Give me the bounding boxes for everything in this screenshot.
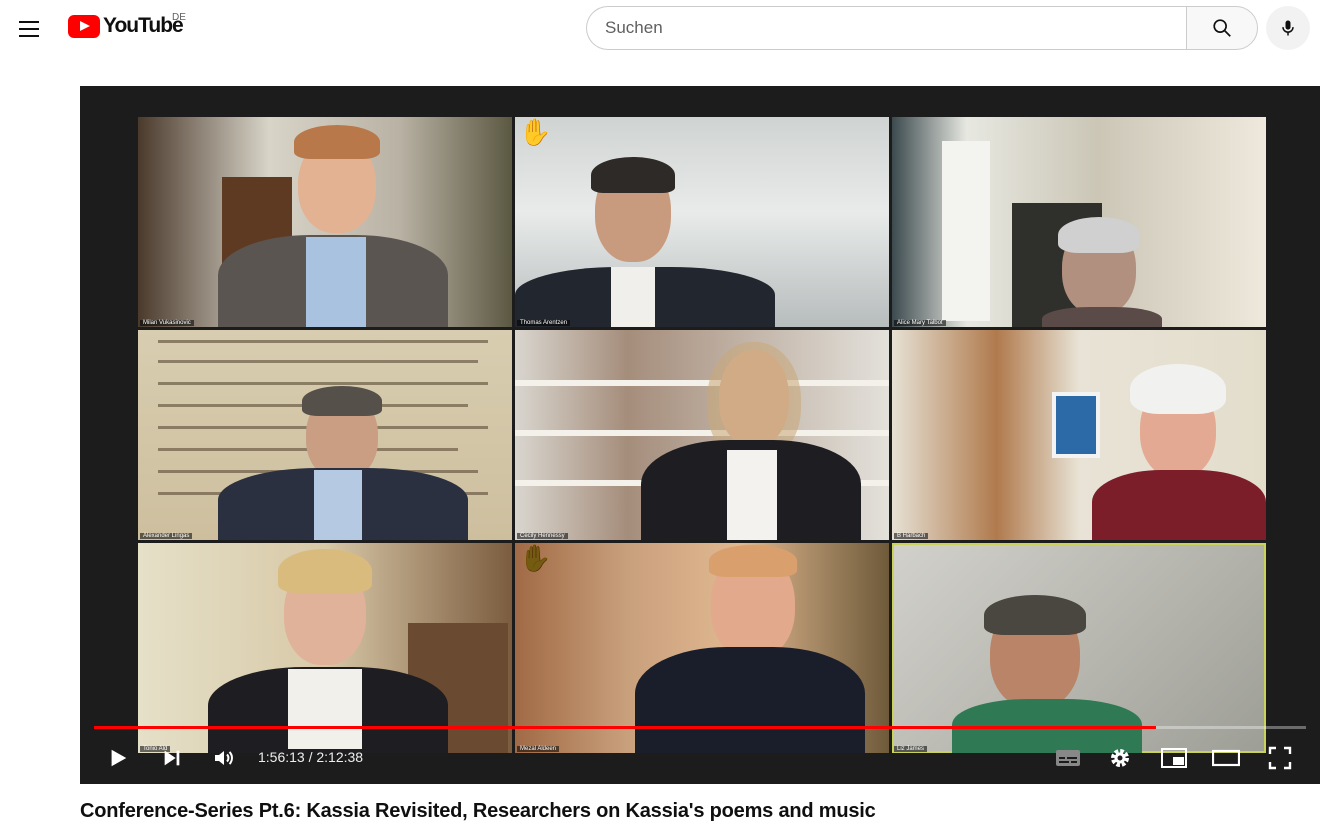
participant-name: Alexander Lingas (140, 533, 193, 539)
miniplayer-icon (1161, 748, 1187, 768)
participant-name: Alice Mary Talbot (894, 320, 946, 326)
participant-name: Cecily Hennessy (517, 533, 568, 539)
fullscreen-button[interactable] (1262, 740, 1298, 776)
shelf (515, 430, 889, 436)
player-controls: 1:56:13 / 2:12:38 (80, 736, 1320, 780)
participant-tile: Alice Mary Talbot (892, 117, 1266, 327)
manuscript-text-line (158, 360, 478, 363)
video-call-grid: Milan Vukasinovic ✋ Thomas Arentzen Alic… (138, 117, 1266, 755)
theater-mode-button[interactable] (1208, 740, 1244, 776)
participant-shirt (727, 450, 777, 540)
logo-text: YouTube (103, 14, 184, 37)
participant-name: Milan Vukasinovic (140, 320, 194, 326)
participant-hair (591, 157, 675, 193)
youtube-logo[interactable]: YouTube (68, 14, 184, 38)
participant-tile: Cecily Hennessy (515, 330, 889, 540)
search-button[interactable] (1186, 6, 1258, 50)
fullscreen-icon (1268, 746, 1292, 770)
participant-hair (294, 125, 380, 159)
youtube-play-icon (68, 14, 100, 38)
participant-tile-active-speaker: Liz James (892, 543, 1266, 753)
hamburger-icon-bar (19, 28, 39, 30)
framed-picture (1052, 392, 1100, 458)
microphone-icon (1282, 20, 1294, 36)
play-button[interactable] (100, 740, 136, 776)
participant-hair (302, 386, 382, 416)
participant-shirt (611, 267, 655, 327)
progress-bar-played (94, 726, 1156, 729)
raised-hand-icon: ✋ (519, 543, 552, 573)
participant-tile: ✋ Mezal Aldeen (515, 543, 889, 753)
masthead: YouTube DE (0, 0, 1337, 56)
participant-body (1042, 307, 1162, 327)
door (942, 141, 990, 321)
guide-menu-button[interactable] (12, 12, 46, 46)
miniplayer-button[interactable] (1156, 740, 1192, 776)
participant-hair (709, 545, 797, 577)
theater-mode-icon (1212, 749, 1240, 767)
next-icon (164, 750, 180, 766)
video-title: Conference-Series Pt.6: Kassia Revisited… (80, 800, 876, 822)
participant-tile: Tonio Ald (138, 543, 512, 753)
subtitles-button[interactable] (1050, 740, 1086, 776)
participant-tile: B Harbach (892, 330, 1266, 540)
participant-hair (984, 595, 1086, 635)
participant-tile: Alexander Lingas (138, 330, 512, 540)
shelf (515, 380, 889, 386)
participant-hair (1058, 217, 1140, 253)
next-button[interactable] (154, 740, 190, 776)
play-icon (111, 749, 127, 767)
volume-icon (215, 751, 233, 765)
participant-tile: Milan Vukasinovic (138, 117, 512, 327)
progress-bar[interactable] (94, 726, 1306, 729)
subtitles-icon (1056, 750, 1080, 766)
mute-button[interactable] (206, 740, 242, 776)
search-input[interactable] (586, 6, 1187, 50)
participant-name: Thomas Arentzen (517, 320, 571, 326)
hamburger-icon-bar (19, 21, 39, 23)
hamburger-icon-bar (19, 35, 39, 37)
raised-hand-icon: ✋ (519, 117, 552, 147)
voice-search-button[interactable] (1266, 6, 1310, 50)
time-display: 1:56:13 / 2:12:38 (258, 749, 364, 765)
participant-shirt (314, 470, 362, 540)
gear-icon (1111, 749, 1129, 767)
search-icon (1213, 19, 1231, 37)
participant-hair (278, 549, 372, 593)
participant-shirt (306, 237, 366, 327)
manuscript-text-line (158, 340, 488, 343)
video-player[interactable]: Milan Vukasinovic ✋ Thomas Arentzen Alic… (80, 86, 1320, 784)
settings-button[interactable] (1102, 740, 1138, 776)
country-code: DE (172, 12, 186, 23)
participant-name: B Harbach (894, 533, 929, 539)
participant-tile: ✋ Thomas Arentzen (515, 117, 889, 327)
participant-hair (1130, 364, 1226, 414)
manuscript-text-line (158, 382, 488, 385)
participant-body (1092, 470, 1266, 540)
